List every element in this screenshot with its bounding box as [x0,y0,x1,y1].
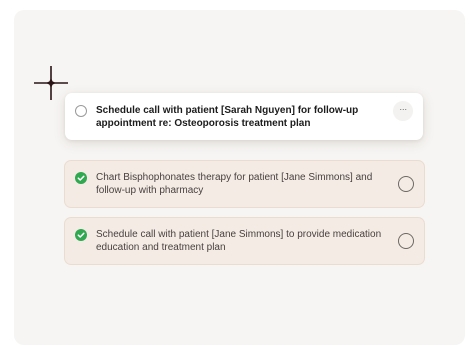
complete-toggle-button[interactable] [398,176,414,192]
more-options-button[interactable]: ··· [393,100,413,121]
complete-toggle-button[interactable] [398,233,414,249]
crosshair-cursor-icon [34,66,68,100]
task-card-completed[interactable]: Schedule call with patient [Jane Simmons… [64,217,425,265]
check-circle-icon [75,172,87,184]
task-text: Chart Bisphophonates therapy for patient… [96,172,373,196]
task-card-dragging[interactable]: Schedule call with patient [Sarah Nguyen… [65,93,423,140]
radio-empty-icon[interactable] [75,104,87,117]
task-text: Schedule call with patient [Jane Simmons… [96,229,382,253]
task-text: Schedule call with patient [Sarah Nguyen… [96,104,359,129]
check-circle-icon [75,229,87,241]
canvas: Schedule call with patient [Sarah Nguyen… [0,0,465,345]
task-card-completed[interactable]: Chart Bisphophonates therapy for patient… [64,160,425,208]
